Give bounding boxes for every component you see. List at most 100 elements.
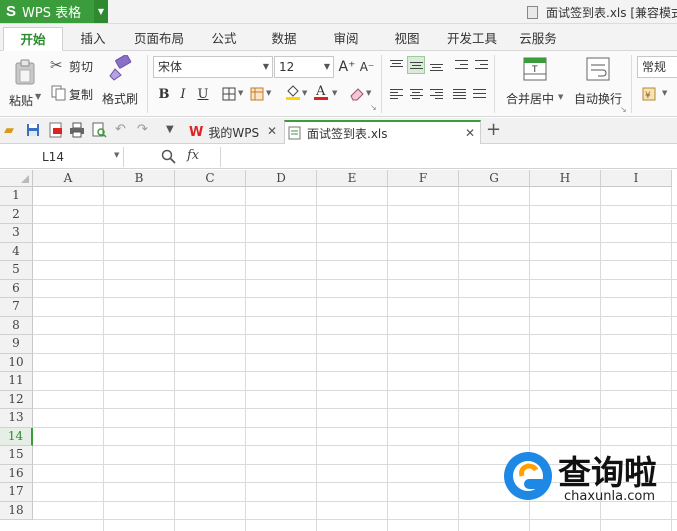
align-center-button[interactable] bbox=[407, 85, 425, 103]
grid-hline bbox=[33, 241, 677, 243]
column-header-g[interactable]: G bbox=[459, 170, 530, 187]
chevron-down-icon[interactable]: ▼ bbox=[662, 89, 667, 97]
new-tab-plus-icon[interactable]: + bbox=[486, 119, 501, 140]
row-header-2[interactable]: 2 bbox=[0, 205, 33, 224]
open-folder-icon[interactable]: ▰ bbox=[4, 123, 14, 138]
tab-page-layout[interactable]: 页面布局 bbox=[125, 27, 193, 51]
dialog-launcher-icon[interactable]: ↘ bbox=[620, 105, 627, 114]
paste-button[interactable]: 粘贴 ▼ bbox=[8, 57, 42, 115]
row-header-13[interactable]: 13 bbox=[0, 409, 33, 428]
wrap-text-button[interactable]: 自动换行 bbox=[572, 55, 628, 111]
export-pdf-icon[interactable] bbox=[48, 122, 64, 138]
print-preview-icon[interactable] bbox=[91, 122, 107, 138]
cut-button[interactable]: ✂ 剪切 bbox=[50, 56, 100, 76]
number-format-select[interactable]: 常规 bbox=[637, 56, 677, 78]
borders-button[interactable] bbox=[220, 85, 238, 103]
chevron-down-icon[interactable]: ▼ bbox=[332, 89, 337, 97]
row-header-5[interactable]: 5 bbox=[0, 261, 33, 280]
row-header-6[interactable]: 6 bbox=[0, 279, 33, 298]
row-header-8[interactable]: 8 bbox=[0, 316, 33, 335]
tab-formulas[interactable]: 公式 bbox=[198, 27, 250, 51]
select-all-corner[interactable] bbox=[0, 170, 33, 187]
clear-format-button[interactable] bbox=[348, 85, 366, 103]
column-header-d[interactable]: D bbox=[246, 170, 317, 187]
redo-icon[interactable]: ↷ bbox=[137, 122, 148, 137]
align-middle-button[interactable] bbox=[407, 56, 425, 74]
row-header-18[interactable]: 18 bbox=[0, 501, 33, 520]
font-color-button[interactable]: A bbox=[312, 83, 330, 101]
formula-input[interactable] bbox=[220, 147, 677, 167]
align-right-button[interactable] bbox=[427, 85, 445, 103]
close-icon[interactable]: ✕ bbox=[465, 126, 475, 140]
increase-indent-button[interactable] bbox=[472, 56, 490, 74]
fill-pattern-button[interactable] bbox=[248, 85, 266, 103]
currency-format-button[interactable]: ¥ bbox=[640, 85, 662, 103]
distributed-button[interactable] bbox=[470, 85, 488, 103]
align-left-button[interactable] bbox=[387, 85, 405, 103]
tab-developer[interactable]: 开发工具 bbox=[440, 27, 504, 51]
font-size-select[interactable]: 12 ▼ bbox=[274, 56, 334, 78]
function-fx-button[interactable]: fx bbox=[187, 148, 199, 163]
select-all-icon bbox=[21, 175, 29, 183]
tab-data[interactable]: 数据 bbox=[258, 27, 310, 51]
row-header-10[interactable]: 10 bbox=[0, 353, 33, 372]
tab-home[interactable]: 开始 bbox=[3, 27, 63, 51]
save-icon[interactable] bbox=[26, 123, 40, 137]
tab-view[interactable]: 视图 bbox=[381, 27, 433, 51]
close-icon[interactable]: ✕ bbox=[267, 124, 277, 138]
chevron-down-icon[interactable]: ▼ bbox=[166, 124, 174, 135]
row-header-7[interactable]: 7 bbox=[0, 298, 33, 317]
print-icon[interactable] bbox=[69, 122, 85, 138]
tab-review[interactable]: 审阅 bbox=[320, 27, 372, 51]
row-header-4[interactable]: 4 bbox=[0, 242, 33, 261]
row-header-15[interactable]: 15 bbox=[0, 446, 33, 465]
column-header-e[interactable]: E bbox=[317, 170, 388, 187]
column-header-h[interactable]: H bbox=[530, 170, 601, 187]
row-header-3[interactable]: 3 bbox=[0, 224, 33, 243]
column-header-a[interactable]: A bbox=[33, 170, 104, 187]
chevron-down-icon[interactable]: ▼ bbox=[114, 151, 119, 159]
row-header-11[interactable]: 11 bbox=[0, 372, 33, 391]
justify-button[interactable] bbox=[450, 85, 468, 103]
row-header-17[interactable]: 17 bbox=[0, 483, 33, 502]
shrink-font-button[interactable]: A⁻ bbox=[358, 58, 376, 76]
tab-cloud[interactable]: 云服务 bbox=[510, 27, 566, 51]
row-header-1[interactable]: 1 bbox=[0, 187, 33, 206]
format-painter-button[interactable]: 格式刷 bbox=[102, 55, 142, 107]
chevron-down-icon[interactable]: ▼ bbox=[366, 89, 371, 97]
decrease-indent-button[interactable] bbox=[452, 56, 470, 74]
row-header-14[interactable]: 14 bbox=[0, 427, 33, 446]
align-bottom-button[interactable] bbox=[427, 56, 445, 74]
file-icon bbox=[527, 5, 538, 19]
undo-icon[interactable]: ↶ bbox=[115, 122, 126, 137]
chevron-down-icon[interactable]: ▼ bbox=[302, 89, 307, 97]
tab-document[interactable]: 面试签到表.xls ✕ bbox=[284, 120, 481, 144]
chevron-down-icon[interactable]: ▼ bbox=[94, 0, 108, 23]
font-name-select[interactable]: 宋体 ▼ bbox=[153, 56, 273, 78]
column-header-c[interactable]: C bbox=[175, 170, 246, 187]
grow-font-button[interactable]: A⁺ bbox=[338, 58, 356, 76]
document-tab-bar: ▰ ↶ ↷ ▼ W 我的WPS ✕ 面试签到表.xls ✕ + bbox=[0, 118, 677, 144]
align-top-button[interactable] bbox=[387, 56, 405, 74]
tab-insert[interactable]: 插入 bbox=[66, 27, 120, 51]
tab-my-wps[interactable]: W 我的WPS ✕ bbox=[186, 120, 282, 144]
column-header-f[interactable]: F bbox=[388, 170, 459, 187]
chevron-down-icon[interactable]: ▼ bbox=[266, 89, 271, 97]
app-menu-button[interactable]: S WPS 表格 ▼ bbox=[0, 0, 108, 23]
scissors-icon: ✂ bbox=[50, 56, 63, 74]
copy-button[interactable]: 复制 bbox=[50, 84, 100, 104]
dialog-launcher-icon[interactable]: ↘ bbox=[370, 103, 377, 112]
row-header-16[interactable]: 16 bbox=[0, 464, 33, 483]
column-header-i[interactable]: I bbox=[601, 170, 672, 187]
column-header-b[interactable]: B bbox=[104, 170, 175, 187]
fill-color-button[interactable] bbox=[284, 83, 302, 101]
zoom-search-icon[interactable] bbox=[161, 149, 176, 164]
chevron-down-icon[interactable]: ▼ bbox=[238, 89, 243, 97]
row-header-9[interactable]: 9 bbox=[0, 335, 33, 354]
row-header-12[interactable]: 12 bbox=[0, 390, 33, 409]
underline-button[interactable]: U bbox=[194, 85, 212, 103]
name-box[interactable]: L14 bbox=[0, 147, 124, 167]
italic-button[interactable]: I bbox=[174, 85, 192, 103]
merge-center-button[interactable]: T 合并居中 ▼ bbox=[500, 55, 568, 111]
bold-button[interactable]: B bbox=[155, 85, 173, 103]
